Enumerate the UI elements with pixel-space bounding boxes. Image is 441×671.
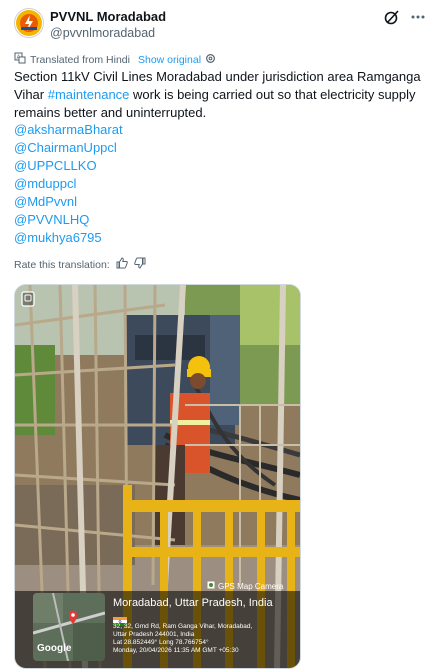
image-alt-icon[interactable] — [21, 291, 35, 307]
more-dots-icon[interactable] — [409, 8, 427, 26]
rate-translation: Rate this translation: — [14, 257, 146, 272]
translation-note: A Translated from Hindi Show original — [14, 52, 216, 67]
mention-link[interactable]: @UPPCLLKO — [14, 157, 97, 175]
show-original-link[interactable]: Show original — [138, 54, 201, 66]
gps-coordinates: Lat 28.852449° Long 78.766754° — [113, 639, 209, 646]
mention-link[interactable]: @aksharmaBharat — [14, 121, 123, 139]
google-logo-label: Google — [37, 643, 72, 654]
author-handle[interactable]: @pvvnlmoradabad — [50, 26, 155, 40]
mention-link[interactable]: @ChairmanUppcl — [14, 139, 117, 157]
author-name[interactable]: PVVNL Moradabad — [50, 9, 166, 24]
hashtag-maintenance[interactable]: #maintenance — [48, 87, 130, 102]
thumbs-down-icon[interactable] — [133, 257, 146, 272]
rate-translation-label: Rate this translation: — [14, 258, 110, 271]
mention-link[interactable]: @MdPvvnl — [14, 193, 77, 211]
gps-camera-text: GPS Map Camera — [218, 581, 284, 591]
translate-icon: A — [14, 52, 26, 67]
gps-camera-label: GPS Map Camera — [207, 581, 283, 591]
gps-address-line1: 32, 32, Gmd Rd, Ram Ganga Vihar, Moradab… — [113, 623, 253, 630]
gear-icon[interactable] — [205, 53, 216, 67]
gps-address-line2: Uttar Pradesh 244001, India — [113, 631, 195, 638]
gps-city: Moradabad, Uttar Pradesh, India — [113, 597, 273, 609]
mention-link[interactable]: @mukhya6795 — [14, 229, 102, 247]
gps-address: 32, 32, Gmd Rd, Ram Ganga Vihar, Moradab… — [113, 623, 293, 655]
grok-icon[interactable] — [383, 8, 401, 26]
tweet-header: PVVNL Moradabad @pvvnlmoradabad — [14, 6, 427, 46]
thumbs-up-icon[interactable] — [116, 257, 128, 272]
location-pin-icon — [207, 581, 215, 591]
mention-link[interactable]: @mduppcl — [14, 175, 76, 193]
mention-link[interactable]: @PVVNLHQ — [14, 211, 89, 229]
tweet-photo[interactable]: GPS Map Camera Google Moradabad, Uttar P… — [14, 284, 301, 669]
gps-datetime: Monday, 20/04/2026 11:35 AM GMT +05:30 — [113, 647, 239, 654]
india-flag-icon — [113, 613, 127, 626]
tweet-text: Section 11kV Civil Lines Moradabad under… — [14, 68, 432, 122]
avatar[interactable] — [14, 8, 44, 38]
translated-from-label: Translated from Hindi — [30, 53, 130, 66]
